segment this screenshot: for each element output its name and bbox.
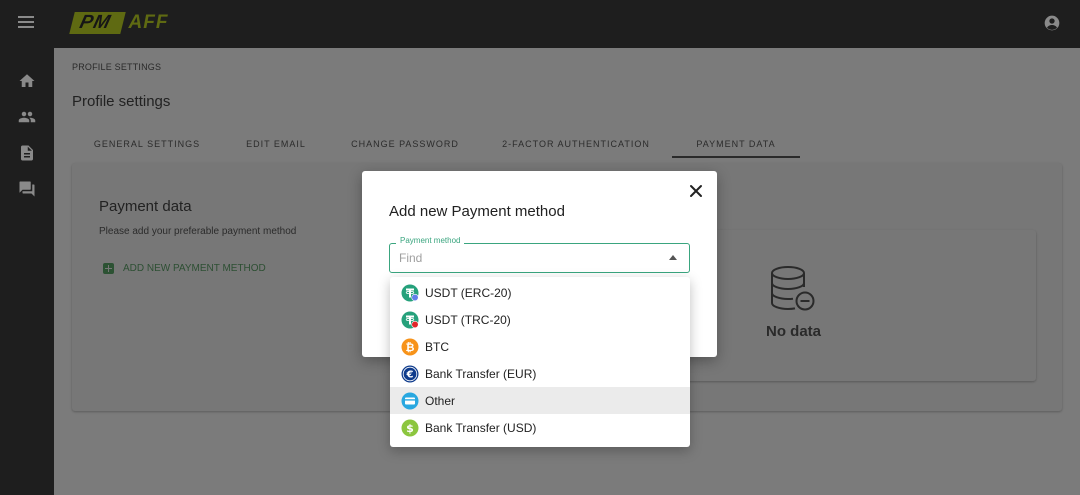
caret-up-icon[interactable]	[669, 255, 677, 260]
payment-method-dropdown: USDT (ERC-20) USDT (TRC-20) ₿ BTC € Bank…	[390, 277, 690, 447]
option-label: USDT (TRC-20)	[425, 312, 511, 327]
card-icon	[401, 392, 419, 409]
option-label: USDT (ERC-20)	[425, 285, 512, 300]
chat-icon[interactable]	[18, 180, 36, 198]
option-label: Other	[425, 393, 456, 408]
sidebar	[0, 48, 54, 495]
payment-card-title: Payment data	[99, 198, 192, 215]
menu-icon[interactable]	[18, 16, 34, 30]
usdt-erc20-icon	[401, 284, 419, 301]
home-icon[interactable]	[18, 72, 36, 90]
document-icon[interactable]	[18, 144, 36, 162]
option-btc[interactable]: ₿ BTC	[390, 333, 690, 360]
svg-text:$: $	[406, 422, 414, 435]
option-bank-usd[interactable]: $ Bank Transfer (USD)	[390, 414, 690, 441]
option-usdt-trc20[interactable]: USDT (TRC-20)	[390, 306, 690, 333]
euro-icon: €	[401, 365, 419, 382]
svg-text:€: €	[406, 369, 414, 380]
option-bank-eur[interactable]: € Bank Transfer (EUR)	[390, 360, 690, 387]
people-icon[interactable]	[18, 108, 36, 126]
add-payment-method-button[interactable]: ADD NEW PAYMENT METHOD	[103, 263, 266, 274]
option-label: BTC	[425, 339, 449, 354]
no-data-text: No data	[766, 323, 822, 340]
tab-payment-data[interactable]: PAYMENT DATA	[672, 132, 800, 158]
logo-aff: AFF	[128, 12, 169, 33]
tab-general-settings[interactable]: GENERAL SETTINGS	[72, 132, 222, 158]
close-icon[interactable]	[688, 183, 704, 199]
bitcoin-icon: ₿	[401, 338, 419, 355]
top-bar: PM AFF	[0, 0, 1080, 48]
dollar-icon: $	[401, 419, 419, 436]
dialog-title: Add new Payment method	[389, 203, 565, 220]
logo[interactable]: PM AFF	[69, 12, 169, 34]
usdt-trc20-icon	[401, 311, 419, 328]
plus-icon	[103, 263, 114, 274]
svg-text:₿: ₿	[406, 341, 415, 354]
page-title: Profile settings	[72, 93, 171, 110]
tab-bar: GENERAL SETTINGS EDIT EMAIL CHANGE PASSW…	[72, 132, 800, 158]
breadcrumb: PROFILE SETTINGS	[72, 62, 162, 72]
option-usdt-erc20[interactable]: USDT (ERC-20)	[390, 279, 690, 306]
option-label: Bank Transfer (EUR)	[425, 366, 537, 381]
payment-method-search-input[interactable]	[399, 250, 649, 266]
option-label: Bank Transfer (USD)	[425, 420, 537, 435]
tab-edit-email[interactable]: EDIT EMAIL	[222, 132, 330, 158]
option-other[interactable]: Other	[390, 387, 690, 414]
payment-card-subtitle: Please add your preferable payment metho…	[99, 226, 297, 237]
account-icon[interactable]	[1044, 15, 1060, 31]
database-minus-icon	[771, 266, 815, 311]
logo-pm: PM	[69, 12, 126, 34]
tab-change-password[interactable]: CHANGE PASSWORD	[330, 132, 480, 158]
add-payment-method-label: ADD NEW PAYMENT METHOD	[123, 263, 266, 274]
payment-method-label: Payment method	[396, 236, 465, 245]
tab-2fa[interactable]: 2-FACTOR AUTHENTICATION	[480, 132, 672, 158]
